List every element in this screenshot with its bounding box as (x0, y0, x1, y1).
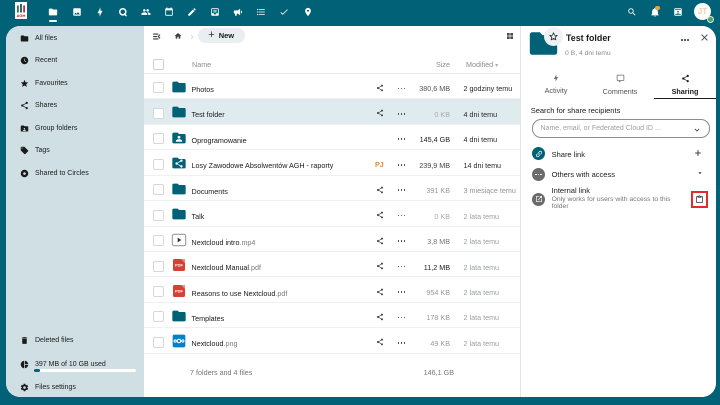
svg-text:PDF: PDF (175, 263, 184, 268)
svg-text:AGH: AGH (17, 13, 26, 18)
svg-text:PDF: PDF (175, 288, 184, 293)
